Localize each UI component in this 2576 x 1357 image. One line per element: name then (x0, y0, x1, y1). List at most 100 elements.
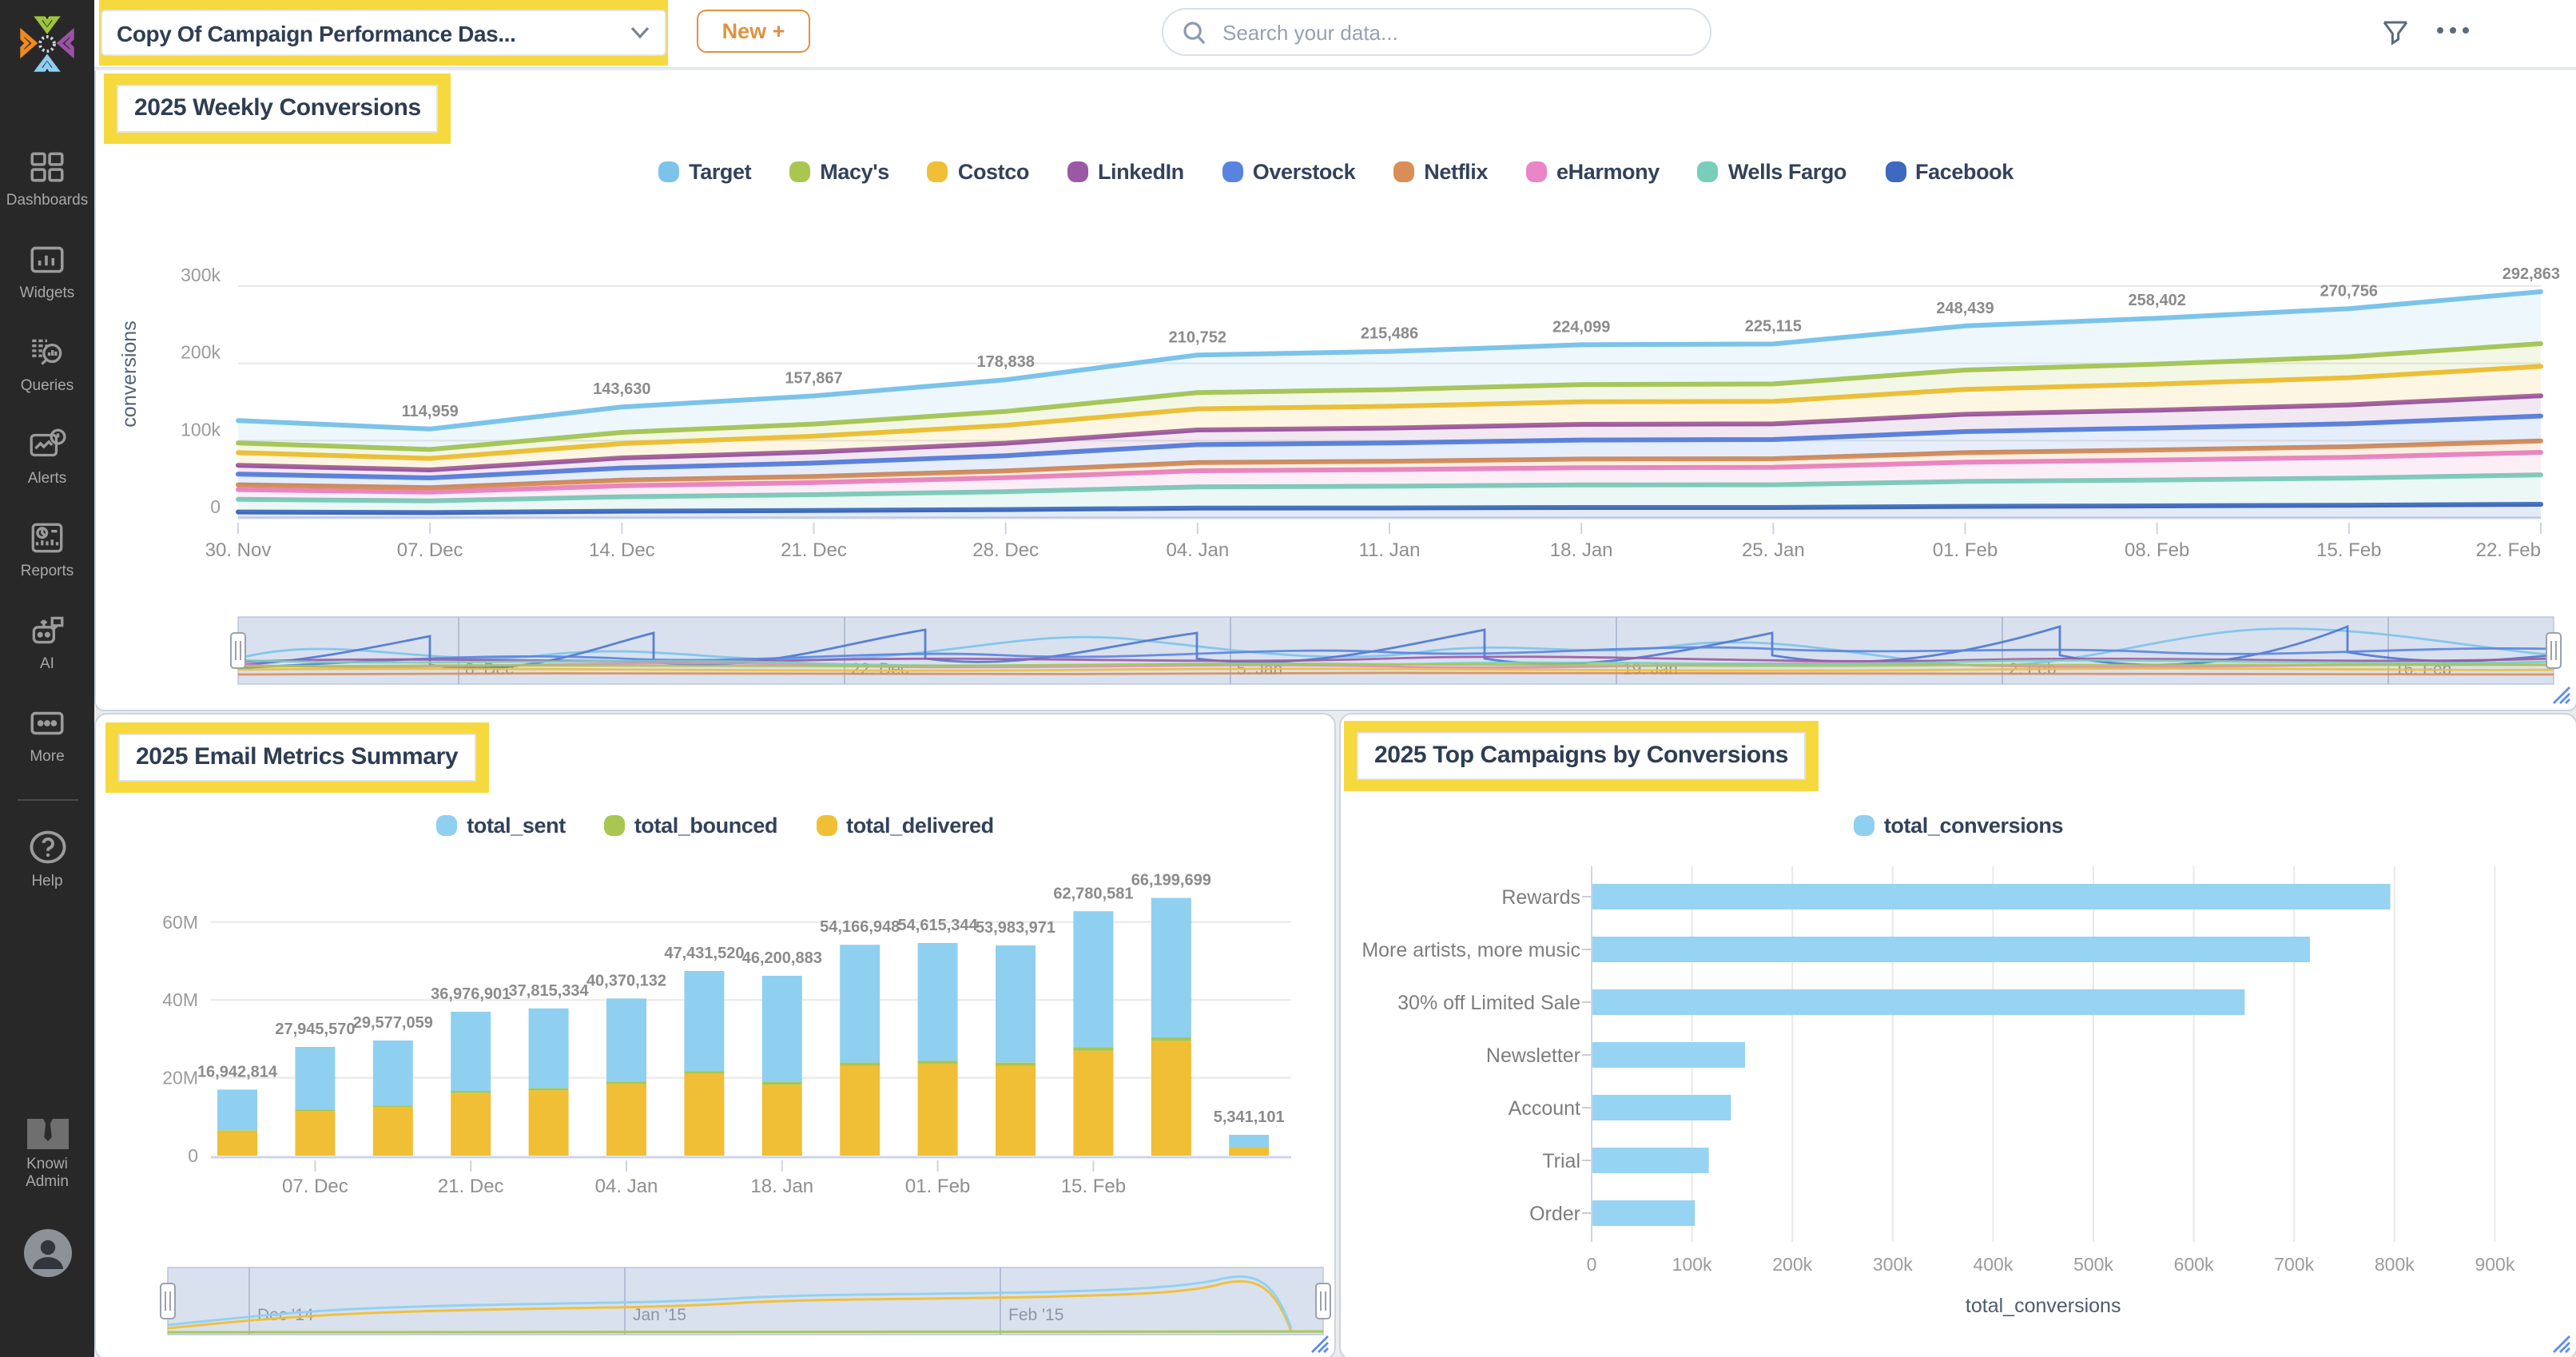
campaign-bar[interactable] (1592, 989, 2245, 1015)
legend-item[interactable]: total_sent (436, 814, 566, 838)
widget-resize-handle[interactable] (2552, 686, 2571, 705)
svg-text:21. Dec: 21. Dec (438, 1176, 504, 1197)
sidebar-item-queries[interactable]: Queries (21, 332, 74, 395)
navigator[interactable]: 8. Dec 22. Dec 5. Jan 19. Jan 2. Feb 16. Feb (230, 616, 2562, 685)
legend-item[interactable]: Overstock (1222, 160, 1356, 184)
sidebar-item-label: Widgets (19, 285, 75, 302)
svg-text:29,577,059: 29,577,059 (353, 1014, 433, 1032)
legend-item[interactable]: Target (658, 160, 752, 184)
sidebar-item-alerts[interactable]: Alerts (27, 425, 67, 487)
svg-text:0: 0 (210, 496, 221, 517)
filter-icon[interactable] (2379, 16, 2411, 48)
svg-text:66,199,699: 66,199,699 (1131, 872, 1211, 889)
svg-text:248,439: 248,439 (1936, 300, 1994, 317)
svg-text:21. Dec: 21. Dec (781, 539, 847, 561)
svg-text:40M: 40M (162, 989, 198, 1010)
weekly-legend: Target Macy's Costco LinkedIn Overstock Netfl… (96, 160, 2576, 184)
campaign-bar[interactable] (1592, 1148, 1709, 1173)
legend-swatch (1067, 161, 1088, 182)
alerts-icon (30, 428, 66, 457)
legend-item[interactable]: LinkedIn (1067, 160, 1184, 184)
svg-text:07. Dec: 07. Dec (282, 1176, 348, 1197)
widget-resize-handle[interactable] (1310, 1335, 1330, 1354)
email-metrics-chart[interactable]: 0 20M 40M 60M 16,942,814 27,945,57029,577,059… (96, 714, 1334, 1357)
legend-item[interactable]: total_delivered (816, 814, 994, 838)
dashboards-icon (30, 152, 64, 182)
svg-text:Rewards: Rewards (1501, 886, 1580, 909)
legend-swatch (603, 815, 625, 836)
svg-text:04. Jan: 04. Jan (595, 1176, 658, 1197)
legend-item[interactable]: Facebook (1885, 160, 2013, 184)
widget-title-highlight: 2025 Top Campaigns by Conversions (1344, 721, 1819, 791)
svg-text:15. Feb: 15. Feb (2316, 539, 2381, 561)
sidebar-divider (17, 799, 78, 801)
svg-text:16,942,814: 16,942,814 (197, 1063, 278, 1080)
svg-text:270,756: 270,756 (2320, 282, 2378, 300)
sidebar-item-label: Alerts (27, 470, 67, 487)
campaign-bar[interactable] (1592, 884, 2391, 909)
new-button[interactable]: New + (697, 10, 810, 53)
navigator-handle[interactable] (1315, 1283, 1331, 1319)
svg-text:300k: 300k (181, 265, 221, 285)
sidebar-item-widgets[interactable]: Widgets (19, 240, 75, 302)
svg-text:60M: 60M (162, 912, 198, 933)
sidebar-item-help[interactable]: Help (26, 826, 68, 890)
svg-text:114,959: 114,959 (402, 403, 459, 420)
search-bar[interactable] (1162, 8, 1711, 56)
svg-text:28. Dec: 28. Dec (972, 539, 1039, 561)
more-options-icon[interactable] (2435, 26, 2471, 35)
campaign-bar[interactable] (1592, 937, 2310, 962)
navigator-handle[interactable] (2546, 632, 2562, 669)
sidebar-item-more[interactable]: More (27, 703, 67, 766)
sidebar-item-dashboards[interactable]: Dashboards (6, 147, 88, 209)
legend-item[interactable]: Macy's (789, 160, 889, 184)
campaign-bar[interactable] (1592, 1200, 1695, 1226)
legend-item[interactable]: total_bounced (603, 814, 778, 838)
navigator-handle[interactable] (160, 1283, 176, 1319)
sidebar-item-knowi-admin[interactable]: Knowi Admin (0, 1119, 94, 1191)
svg-text:25. Jan: 25. Jan (1742, 539, 1805, 561)
top-campaigns-chart[interactable]: 0 100k 200k 300k 400k 500k 600k 700k 800k 900k Rew… (1341, 714, 2576, 1357)
legend-item[interactable]: Wells Fargo (1697, 160, 1847, 184)
svg-text:18. Jan: 18. Jan (750, 1176, 813, 1197)
svg-text:46,200,883: 46,200,883 (742, 949, 822, 967)
legend-item[interactable]: eHarmony (1526, 160, 1660, 184)
campaign-bar[interactable] (1592, 1095, 1731, 1120)
navigator-handle[interactable] (230, 632, 246, 669)
queries-icon (32, 339, 62, 365)
sidebar-item-label: AI (40, 655, 54, 673)
chevron-down-icon (630, 26, 650, 39)
legend-item[interactable]: total_conversions (1853, 814, 2064, 838)
svg-text:143,630: 143,630 (593, 380, 650, 398)
svg-text:07. Dec: 07. Dec (397, 539, 463, 561)
knowi-logo-icon[interactable] (18, 13, 77, 77)
more-icon (30, 711, 64, 735)
legend-item[interactable]: Costco (927, 160, 1029, 184)
legend-item[interactable]: Netflix (1393, 160, 1488, 184)
legend-label: Macy's (820, 160, 889, 184)
svg-text:15. Feb: 15. Feb (1061, 1176, 1126, 1197)
dashboard-select[interactable]: Copy Of Campaign Performance Das... (101, 10, 666, 56)
svg-text:30% off Limited Sale: 30% off Limited Sale (1397, 992, 1580, 1014)
legend-label: Target (689, 160, 752, 184)
svg-text:54,166,948: 54,166,948 (820, 918, 900, 936)
svg-text:62,780,581: 62,780,581 (1053, 885, 1133, 902)
legend-label: Facebook (1915, 160, 2013, 184)
widget-email-metrics: 2025 Email Metrics Summary total_sent tot… (94, 713, 1336, 1357)
sidebar-item-ai[interactable]: AI (27, 611, 67, 673)
svg-text:Newsletter: Newsletter (1486, 1045, 1580, 1067)
campaign-bar[interactable] (1592, 1042, 1745, 1068)
widget-weekly-conversions: 2025 Weekly Conversions Target Macy's Cost… (94, 70, 2576, 711)
search-input[interactable] (1219, 18, 1691, 46)
svg-text:200k: 200k (181, 342, 221, 363)
svg-text:14. Dec: 14. Dec (589, 539, 655, 561)
widget-resize-handle[interactable] (2552, 1335, 2571, 1354)
legend-label: eHarmony (1556, 160, 1660, 184)
widget-title: 2025 Email Metrics Summary (118, 734, 476, 782)
avatar[interactable] (22, 1228, 74, 1279)
navigator[interactable]: Dec '14 Jan '15 Feb '15 (160, 1267, 1331, 1335)
svg-text:08. Feb: 08. Feb (2125, 539, 2189, 561)
sidebar-item-reports[interactable]: Reports (21, 518, 74, 580)
sidebar-item-label: Queries (20, 377, 74, 395)
svg-text:215,486: 215,486 (1361, 325, 1418, 343)
